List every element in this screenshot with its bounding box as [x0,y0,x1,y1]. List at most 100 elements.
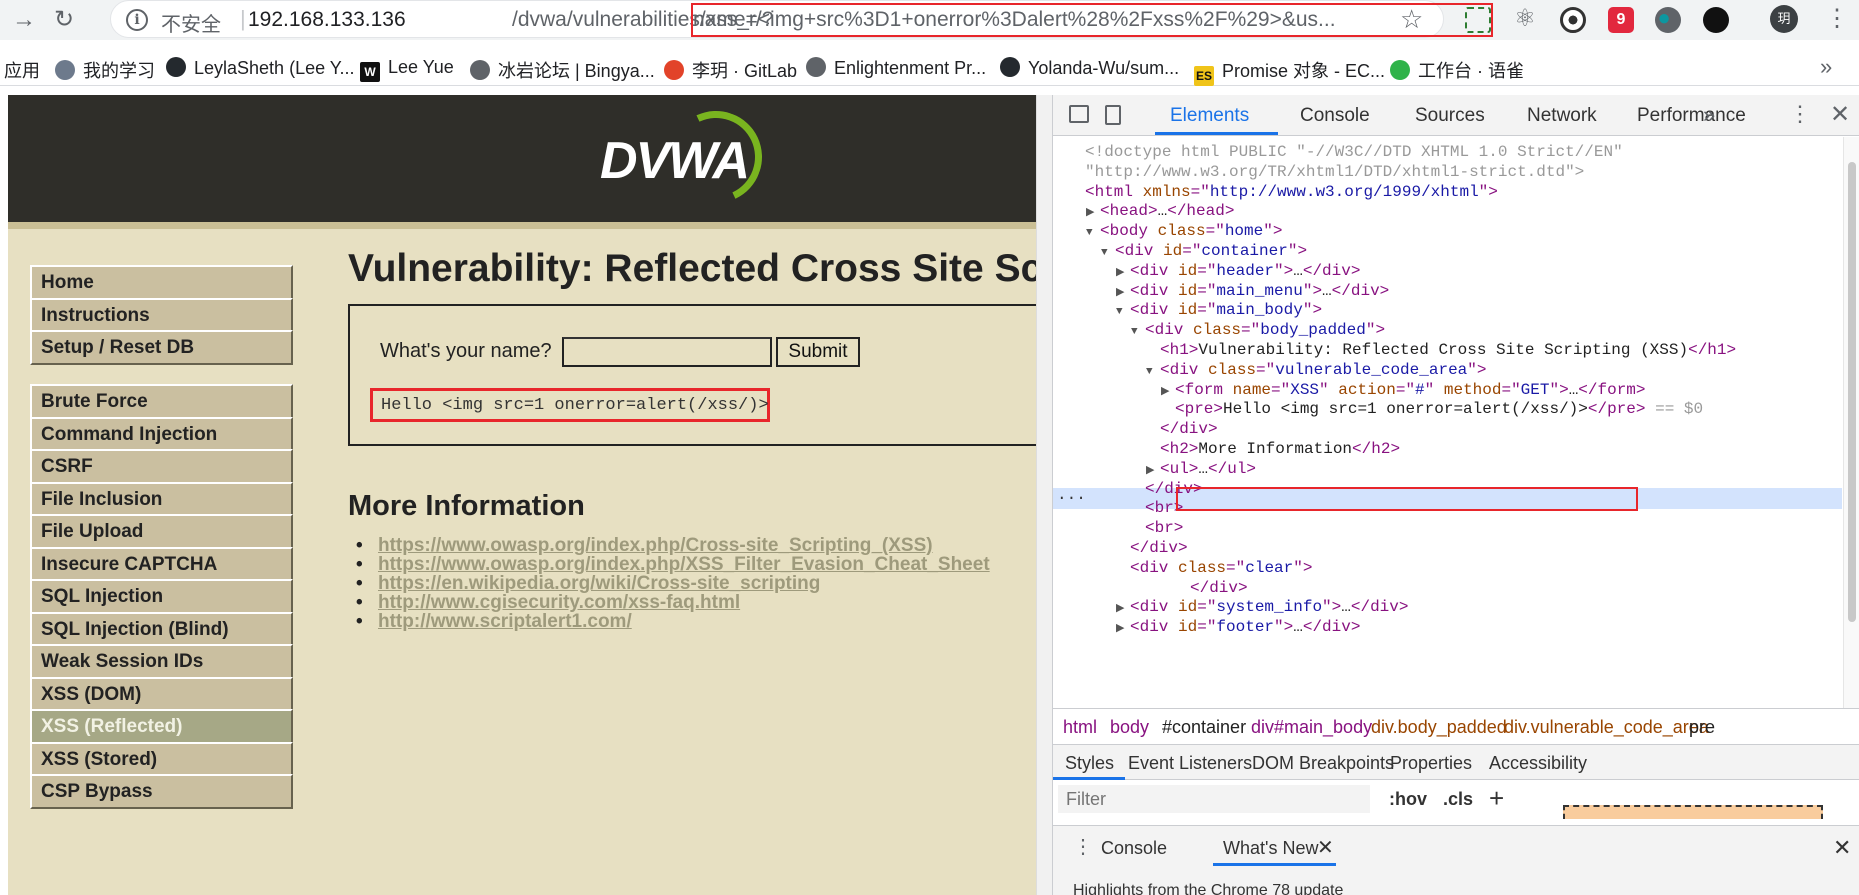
collapse-triangle-icon[interactable]: ▼ [1086,223,1100,243]
drawer-tab-console[interactable]: Console [1101,838,1167,859]
dom-node-line[interactable]: ▶ <head>…</head> [1086,201,1234,221]
bookmark-item[interactable]: 冰岩论坛 | Bingya... [470,57,655,83]
dom-node-line[interactable]: ▼ <div id="container"> [1101,241,1307,261]
scrollbar-thumb[interactable] [1848,162,1856,622]
dom-node-line[interactable]: <br> [1131,518,1183,538]
crumb-main-body[interactable]: div#main_body [1251,717,1372,738]
hov-toggle[interactable]: :hov [1389,789,1427,810]
dom-node-line[interactable]: ▼ <div id="main_body"> [1116,300,1322,320]
dom-tree-scrollbar[interactable] [1843,137,1859,708]
address-bar[interactable]: i 不安全 | 192.168.133.136 /dvwa/vulnerabil… [110,0,1493,38]
menu-item-sql-injection-blind[interactable]: SQL Injection (Blind) [30,612,293,647]
forward-icon[interactable]: → [8,4,40,36]
dom-node-line[interactable]: <!doctype html PUBLIC "-//W3C//DTD XHTML… [1071,142,1623,162]
screenshot-extension-icon[interactable] [1465,7,1491,33]
dom-node-line[interactable]: </div> [1116,538,1188,558]
dom-tree[interactable]: <!doctype html PUBLIC "-//W3C//DTD XHTML… [1053,137,1843,708]
devtools-close-icon[interactable]: ✕ [1830,100,1850,129]
menu-item-setup[interactable]: Setup / Reset DB [30,330,293,365]
tab-dom-breakpoints[interactable]: DOM Breakpoints [1252,753,1394,774]
menu-item-command-injection[interactable]: Command Injection [30,417,293,452]
dom-node-line[interactable]: ▶ <div id="system_info">…</div> [1116,597,1408,617]
menu-item-home[interactable]: Home [30,265,293,300]
owl-extension-icon[interactable] [1655,7,1681,33]
drawer-tab-whats-new[interactable]: What's New [1223,838,1318,859]
reload-icon[interactable]: ↻ [48,4,80,36]
dom-node-line[interactable]: ▼ <div class="body_padded"> [1131,320,1385,340]
drawer-close-icon[interactable]: ✕ [1833,835,1851,861]
expand-triangle-icon[interactable]: ▶ [1116,619,1130,639]
menu-item-xss-dom[interactable]: XSS (DOM) [30,677,293,712]
crumb-body-padded[interactable]: div.body_padded [1371,717,1507,738]
dom-node-line[interactable]: ▶ <form name="XSS" action="#" method="GET… [1161,380,1646,400]
tab-network[interactable]: Network [1527,105,1597,127]
react-devtools-icon[interactable]: ⚛ [1512,7,1538,33]
menu-item-weak-session-ids[interactable]: Weak Session IDs [30,644,293,679]
menu-item-xss-reflected[interactable]: XSS (Reflected) [30,709,293,744]
bookmark-apps[interactable]: 应用 [4,57,40,83]
profile-avatar[interactable]: 玥 [1770,5,1798,33]
dom-node-line[interactable]: ▼ <div class="vulnerable_code_area"> [1146,360,1486,380]
menu-item-brute-force[interactable]: Brute Force [30,384,293,419]
collapse-triangle-icon[interactable]: ▼ [1131,322,1145,342]
bookmark-star-icon[interactable]: ☆ [1400,4,1423,35]
browser-menu-icon[interactable]: ⋮ [1825,4,1849,33]
bookmark-item[interactable]: Yolanda-Wu/sum... [1000,57,1179,79]
collapse-triangle-icon[interactable]: ▼ [1116,302,1130,322]
dom-node-line[interactable]: ▶ <ul>…</ul> [1146,459,1256,479]
menu-item-insecure-captcha[interactable]: Insecure CAPTCHA [30,547,293,582]
inspect-element-icon[interactable] [1069,105,1089,123]
menu-item-file-upload[interactable]: File Upload [30,514,293,549]
dom-node-line[interactable]: </div> [1176,578,1248,598]
menu-item-instructions[interactable]: Instructions [30,298,293,333]
drawer-menu-icon[interactable]: ⋮ [1073,834,1093,859]
tab-accessibility[interactable]: Accessibility [1489,753,1587,774]
info-link-scriptalert[interactable]: http://www.scriptalert1.com/ [356,611,632,633]
collapse-triangle-icon[interactable]: ▼ [1146,362,1160,382]
name-input[interactable] [562,337,772,367]
tab-properties[interactable]: Properties [1390,753,1472,774]
dom-node-line[interactable]: <html xmlns="http://www.w3.org/1999/xhtm… [1071,182,1498,202]
dom-node-line[interactable]: ▶ <div id="header">…</div> [1116,261,1360,281]
crumb-html[interactable]: html [1063,717,1097,738]
node-actions-icon[interactable]: ... [1057,486,1086,504]
dom-node-line[interactable]: ▶ <div id="footer">…</div> [1116,617,1360,637]
dom-node-line[interactable]: </div> [1146,419,1218,439]
bookmark-item[interactable]: W Lee Yue [360,57,454,82]
bookmark-item[interactable]: LeylaSheth (Lee Y... [166,57,354,79]
menu-item-xss-stored[interactable]: XSS (Stored) [30,742,293,777]
menu-item-sql-injection[interactable]: SQL Injection [30,579,293,614]
styles-filter-input[interactable] [1058,785,1370,813]
collapse-triangle-icon[interactable]: ▼ [1101,243,1115,263]
dom-node-line[interactable]: <div class="clear"> [1116,558,1312,578]
close-tab-icon[interactable]: ✕ [1317,835,1334,860]
bookmark-item[interactable]: 李玥 · GitLab [664,57,797,83]
tab-styles[interactable]: Styles [1065,753,1114,774]
bookmark-item[interactable]: 工作台 · 语雀 [1390,57,1524,83]
bookmarks-overflow-icon[interactable]: » [1820,54,1832,80]
target-extension-icon[interactable] [1560,7,1586,33]
menu-item-csp-bypass[interactable]: CSP Bypass [30,774,293,809]
bookmark-item[interactable]: ES Promise 对象 - EC... [1194,57,1385,86]
dom-node-line[interactable]: <h1>Vulnerability: Reflected Cross Site … [1146,340,1736,360]
bookmark-item[interactable]: 我的学习 [55,57,155,83]
crumb-pre[interactable]: pre [1689,717,1715,738]
tab-event-listeners[interactable]: Event Listeners [1128,753,1252,774]
more-tabs-icon[interactable]: » [1703,102,1715,128]
info-icon[interactable]: i [126,9,148,31]
menu-item-csrf[interactable]: CSRF [30,449,293,484]
bookmark-item[interactable]: Enlightenment Pr... [806,57,986,79]
crumb-container[interactable]: #container [1162,717,1246,738]
page-scrollbar[interactable] [1036,95,1052,895]
dom-node-line[interactable]: ▶ <div id="main_menu">…</div> [1116,281,1389,301]
red-extension-icon[interactable]: 9 [1608,7,1634,33]
menu-item-file-inclusion[interactable]: File Inclusion [30,482,293,517]
tab-performance[interactable]: Performance [1637,105,1746,127]
add-style-rule-button[interactable]: + [1489,783,1504,814]
device-toolbar-icon[interactable] [1105,105,1121,125]
devtools-menu-icon[interactable]: ⋮ [1789,101,1811,127]
tab-sources[interactable]: Sources [1415,105,1485,127]
submit-button[interactable]: Submit [776,337,860,367]
dark-extension-icon[interactable] [1703,7,1729,33]
crumb-body[interactable]: body [1110,717,1149,738]
